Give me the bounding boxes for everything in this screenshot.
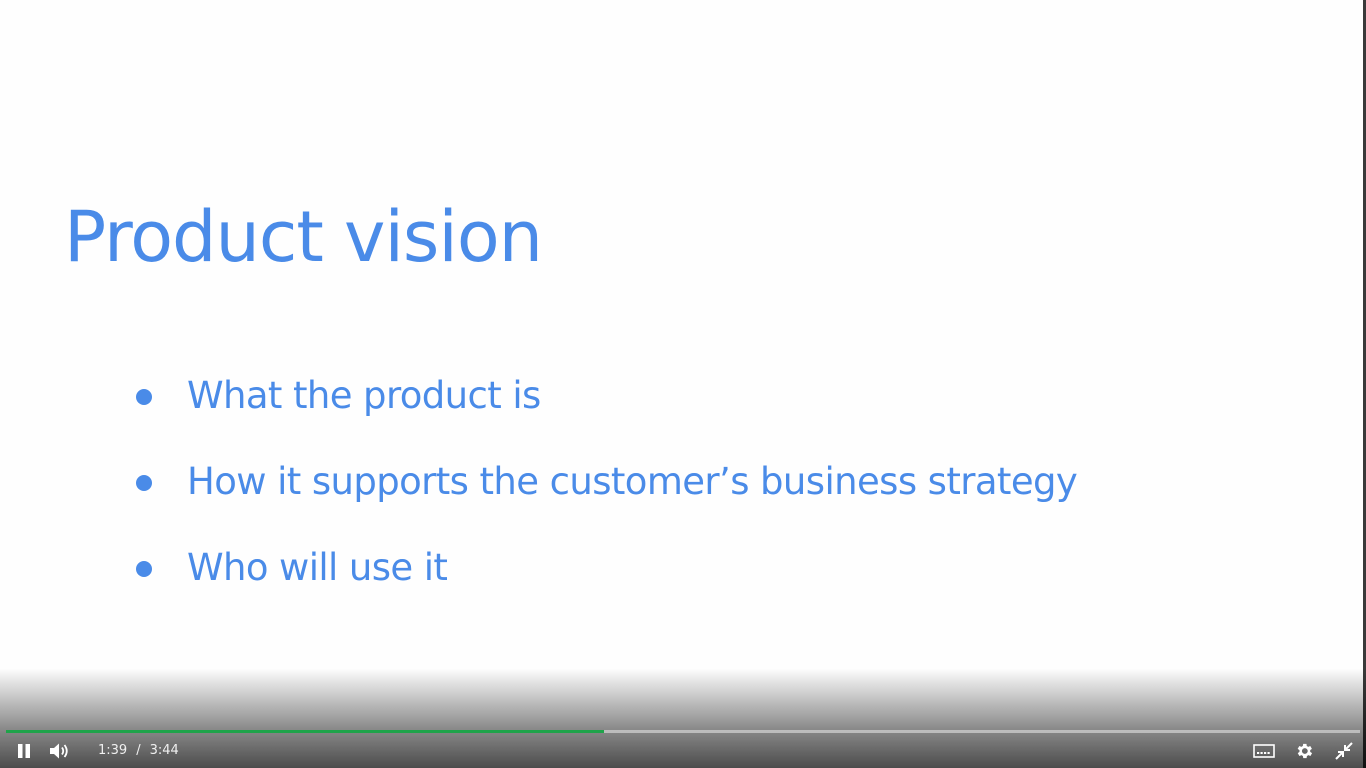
bullet-item: What the product is — [136, 352, 1077, 438]
gear-icon — [1294, 741, 1314, 761]
slide-title: Product vision — [64, 196, 543, 278]
pause-button[interactable] — [10, 737, 38, 765]
bullet-item: How it supports the customer’s business … — [136, 438, 1078, 524]
bullet-list: What the product is How it supports the … — [136, 352, 1078, 610]
bullet-item: Who will use it — [136, 524, 1077, 610]
bullet-text: Who will use it — [187, 545, 448, 589]
slide: Product vision What the product is How i… — [0, 0, 1366, 768]
volume-icon — [49, 742, 71, 760]
captions-icon — [1253, 743, 1275, 759]
exit-fullscreen-button[interactable] — [1330, 737, 1358, 765]
exit-fullscreen-icon — [1334, 741, 1354, 761]
bullet-dot-icon — [136, 561, 152, 577]
bullet-text: How it supports the customer’s business … — [187, 459, 1078, 503]
time-separator: / — [136, 743, 141, 758]
right-controls — [1250, 737, 1358, 765]
pause-icon — [16, 743, 32, 759]
video-player[interactable]: Product vision What the product is How i… — [0, 0, 1366, 768]
captions-button[interactable] — [1250, 737, 1278, 765]
bullet-dot-icon — [136, 475, 152, 491]
control-bar: 1:39 / 3:44 — [0, 733, 1366, 768]
duration: 3:44 — [149, 743, 179, 758]
bullet-dot-icon — [136, 389, 152, 405]
volume-button[interactable] — [46, 737, 74, 765]
time-display: 1:39 / 3:44 — [98, 743, 179, 758]
bullet-text: What the product is — [187, 373, 541, 417]
current-time: 1:39 — [98, 743, 128, 758]
settings-button[interactable] — [1290, 737, 1318, 765]
